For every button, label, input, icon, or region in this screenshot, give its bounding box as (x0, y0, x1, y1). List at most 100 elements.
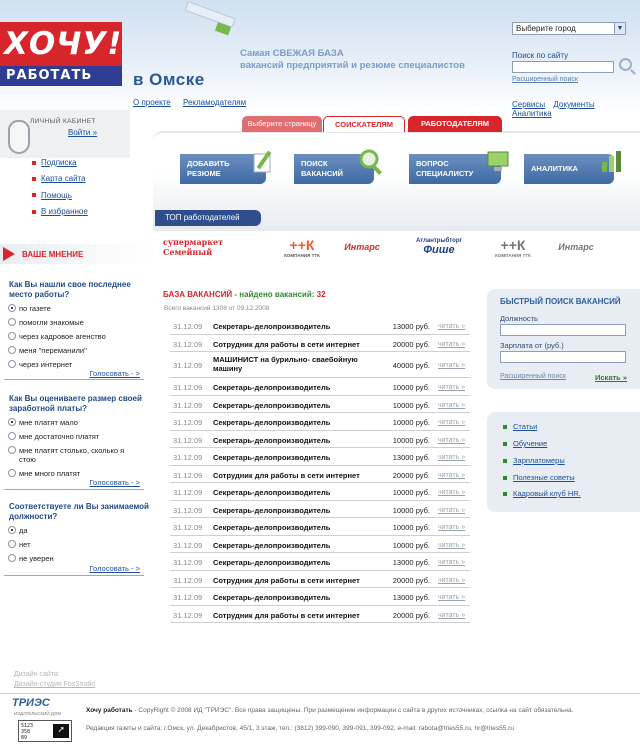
vacancy-title[interactable]: Секретарь-делопроизводитель (213, 541, 378, 550)
vacancy-row[interactable]: 31.12.09 Секретарь-делопроизводитель 13000… (170, 588, 470, 606)
advanced-search-link[interactable]: Расширенный поиск (500, 373, 566, 380)
nav-analytics[interactable]: Аналитика (512, 109, 552, 118)
city-select[interactable]: Выберите город ▼ (512, 22, 626, 35)
vacancy-row[interactable]: 31.12.09 МАШИНИСТ на бурильно- сваебойную… (170, 352, 470, 378)
site-logo[interactable]: ХОЧУ! РАБОТАТЬ (0, 22, 125, 94)
read-more-link[interactable]: читать » (438, 612, 465, 619)
radio[interactable] (8, 540, 16, 548)
vacancy-row[interactable]: 31.12.09 Секретарь-делопроизводитель 10000… (170, 483, 470, 501)
read-more-link[interactable]: читать » (438, 507, 465, 514)
vacancy-title[interactable]: Секретарь-делопроизводитель (213, 593, 378, 602)
vacancy-row[interactable]: 31.12.09 Секретарь-делопроизводитель 10000… (170, 431, 470, 448)
vacancy-title[interactable]: Сотрудник для работы в сети интернет (213, 471, 378, 480)
radio[interactable] (8, 446, 16, 454)
read-more-link[interactable]: читать » (438, 362, 465, 369)
vacancy-row[interactable]: 31.12.09 Секретарь-делопроизводитель 10000… (170, 378, 470, 396)
radio[interactable] (8, 432, 16, 440)
tab-seekers[interactable]: СОИСКАТЕЛЯМ (323, 116, 405, 132)
employer-logo[interactable]: ++К КОМПАНИЯ ТТК (275, 232, 329, 262)
nav-about[interactable]: О проекте (133, 98, 171, 107)
position-input[interactable] (500, 324, 626, 336)
vacancy-row[interactable]: 31.12.09 Сотрудник для работы в сети инте… (170, 606, 470, 623)
employer-logo[interactable]: Интарс (551, 232, 601, 262)
advanced-search-link[interactable]: Расширенный поиск (512, 76, 578, 83)
link-help[interactable]: Помощь (32, 191, 88, 207)
employer-logo[interactable]: ++К КОМПАНИЯ ТТК (485, 232, 541, 262)
radio[interactable] (8, 360, 16, 368)
poll-option[interactable]: мне платят мало (0, 418, 150, 427)
vacancy-row[interactable]: 31.12.09 Сотрудник для работы в сети инте… (170, 335, 470, 352)
analytics-button[interactable]: АНАЛИТИКА (524, 151, 621, 184)
read-more-link[interactable]: читать » (438, 341, 465, 348)
read-more-link[interactable]: читать » (438, 542, 465, 549)
vacancy-row[interactable]: 31.12.09 Секретарь-делопроизводитель 10000… (170, 413, 470, 431)
vote-button[interactable]: Голосовать - > (90, 564, 141, 573)
link-sitemap[interactable]: Карта сайта (32, 174, 88, 190)
radio[interactable] (8, 469, 16, 477)
employer-logo[interactable]: супермаркет Семейный (163, 232, 269, 262)
link-useful-tips[interactable]: Полезные советы (503, 473, 575, 482)
link-salary-meters[interactable]: Зарплатомеры (503, 456, 565, 465)
vote-button[interactable]: Голосовать - > (90, 478, 141, 487)
employer-logo[interactable]: Интарс (337, 232, 387, 262)
read-more-link[interactable]: читать » (438, 419, 465, 426)
read-more-link[interactable]: читать » (438, 454, 465, 461)
vacancy-title[interactable]: Секретарь-делопроизводитель (213, 418, 378, 427)
vote-button[interactable]: Голосовать - > (90, 369, 141, 378)
read-more-link[interactable]: читать » (438, 472, 465, 479)
vacancy-row[interactable]: 31.12.09 Секретарь-делопроизводитель 10000… (170, 518, 470, 536)
vacancy-row[interactable]: 31.12.09 Секретарь-делопроизводитель 10000… (170, 396, 470, 413)
poll-option[interactable]: через кадровое агенство (0, 332, 150, 341)
link-subscribe[interactable]: Подписка (32, 158, 88, 174)
radio-checked[interactable] (8, 304, 16, 312)
read-more-link[interactable]: читать » (438, 323, 465, 330)
read-more-link[interactable]: читать » (438, 402, 465, 409)
poll-option[interactable]: да (0, 526, 150, 535)
vacancy-title[interactable]: Сотрудник для работы в сети интернет (213, 576, 378, 585)
link-favorites[interactable]: В избранное (32, 207, 88, 223)
poll-option[interactable]: через интернет (0, 360, 150, 369)
salary-input[interactable] (500, 351, 626, 363)
poll-option[interactable]: помогли знакомые (0, 318, 150, 327)
poll-option[interactable]: мне много платят (0, 469, 150, 478)
vacancy-title[interactable]: Секретарь-делопроизводитель (213, 523, 378, 532)
vacancy-title[interactable]: Секретарь-делопроизводитель (213, 436, 378, 445)
vacancy-title[interactable]: Сотрудник для работы в сети интернет (213, 611, 378, 620)
link-articles[interactable]: Статьи (503, 422, 537, 431)
vacancy-title[interactable]: Секретарь-делопроизводитель (213, 383, 378, 392)
tab-employers[interactable]: РАБОТОДАТЕЛЯМ (408, 116, 502, 132)
ask-specialist-button[interactable]: ВОПРОС СПЕЦИАЛИСТУ (409, 151, 509, 184)
poll-option[interactable]: меня "переманили" (0, 346, 150, 355)
vacancy-title[interactable]: Секретарь-делопроизводитель (213, 453, 378, 462)
vacancy-title[interactable]: МАШИНИСТ на бурильно- сваебойную машину (213, 355, 378, 373)
search-icon[interactable] (619, 58, 632, 71)
nav-services[interactable]: Сервисы (512, 100, 545, 109)
design-studio-link[interactable]: Дизайн-студия FoxStudio (14, 680, 95, 690)
poll-option[interactable]: не уверен (0, 554, 150, 563)
nav-advertisers[interactable]: Рекламодателям (183, 98, 246, 107)
vacancy-title[interactable]: Секретарь-делопроизводитель (213, 322, 378, 331)
radio-checked[interactable] (8, 418, 16, 426)
link-education[interactable]: Обучение (503, 439, 547, 448)
read-more-link[interactable]: читать » (438, 524, 465, 531)
login-link[interactable]: Войти » (68, 128, 97, 137)
vacancy-title[interactable]: Сотрудник для работы в сети интернет (213, 340, 378, 349)
read-more-link[interactable]: читать » (438, 577, 465, 584)
radio[interactable] (8, 346, 16, 354)
search-submit-button[interactable]: Искать » (595, 373, 627, 382)
poll-option[interactable]: мне достаточно платят (0, 432, 150, 441)
poll-option[interactable]: нет (0, 540, 150, 549)
link-hr-club[interactable]: Кадровый клуб HR. (503, 489, 581, 498)
add-resume-button[interactable]: ДОБАВИТЬ РЕЗЮМЕ (180, 150, 272, 184)
poll-option[interactable]: мне платят столько, сколько я стою (0, 446, 130, 464)
poll-option[interactable]: по газете (0, 304, 150, 313)
vacancy-row[interactable]: 31.12.09 Сотрудник для работы в сети инте… (170, 466, 470, 483)
vacancy-title[interactable]: Секретарь-делопроизводитель (213, 488, 378, 497)
radio-checked[interactable] (8, 526, 16, 534)
vacancy-row[interactable]: 31.12.09 Секретарь-делопроизводитель 13000… (170, 448, 470, 466)
search-vacancies-button[interactable]: ПОИСК ВАКАНСИЙ (294, 149, 382, 184)
vacancy-row[interactable]: 31.12.09 Секретарь-делопроизводитель 10000… (170, 501, 470, 518)
vacancy-title[interactable]: Секретарь-делопроизводитель (213, 558, 378, 567)
vacancy-row[interactable]: 31.12.09 Секретарь-делопроизводитель 10000… (170, 536, 470, 553)
search-input[interactable] (512, 61, 614, 73)
